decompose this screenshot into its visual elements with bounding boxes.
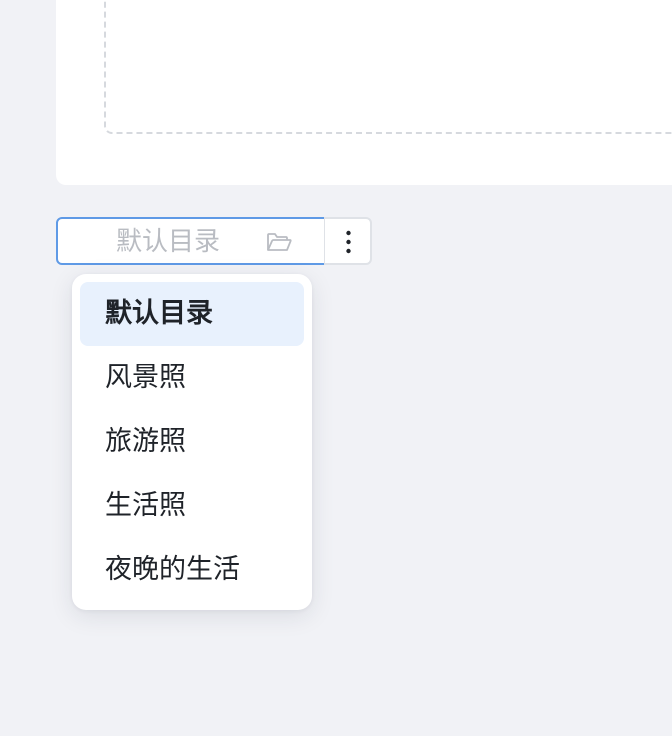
folder-option-default[interactable]: 默认目录 [80, 282, 304, 346]
folder-open-icon [265, 230, 293, 254]
folder-dropdown-menu: 默认目录 风景照 旅游照 生活照 夜晚的生活 [72, 274, 312, 610]
upload-card [56, 0, 672, 185]
folder-select[interactable]: 默认目录 [56, 217, 326, 265]
folder-select-value: 默认目录 [116, 227, 221, 257]
folder-option-landscape[interactable]: 风景照 [80, 346, 304, 410]
folder-option-life[interactable]: 生活照 [80, 474, 304, 538]
more-vertical-icon [346, 230, 351, 254]
upload-drop-zone[interactable] [104, 0, 672, 134]
more-options-button[interactable] [324, 217, 372, 265]
folder-option-night-life[interactable]: 夜晚的生活 [80, 538, 304, 602]
folder-option-travel[interactable]: 旅游照 [80, 410, 304, 474]
